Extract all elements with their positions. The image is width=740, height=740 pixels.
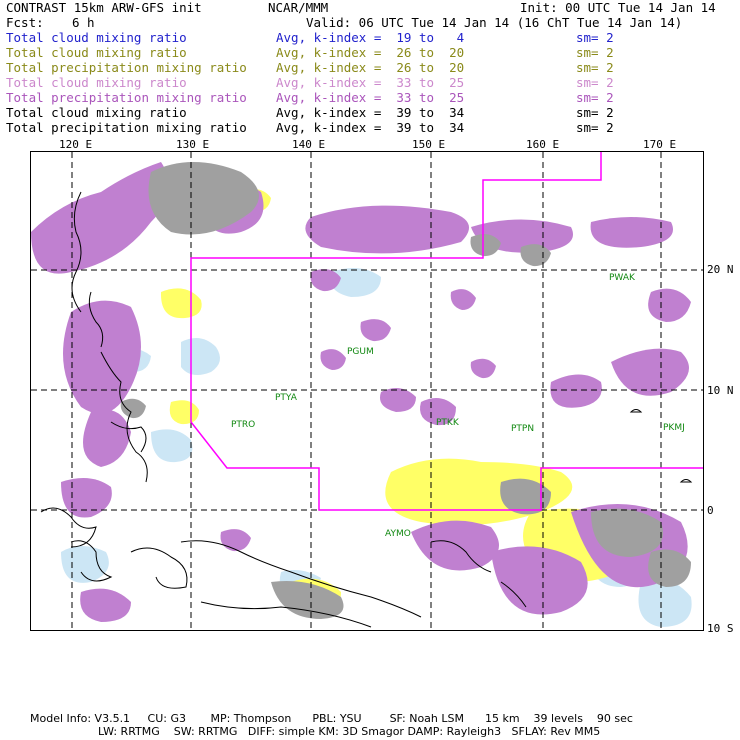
field-avg: Avg, k-index = 33 to 25 xyxy=(276,90,465,105)
field-row: Total precipitation mixing ratio Avg, k-i… xyxy=(6,90,734,105)
field-row: Total precipitation mixing ratio Avg, k-i… xyxy=(6,120,734,135)
field-label: Total cloud mixing ratio xyxy=(6,45,187,60)
lon-label-160: 160 E xyxy=(526,138,560,151)
station-pwak: PWAK xyxy=(609,273,636,283)
lat-label-equator: 0 xyxy=(707,504,714,517)
field-smoothing: sm= 2 xyxy=(576,75,614,90)
lat-label-20n: 20 N xyxy=(707,263,734,276)
field-label: Total cloud mixing ratio xyxy=(6,75,187,90)
field-avg: Avg, k-index = 39 to 34 xyxy=(276,120,465,135)
station-pgum: PGUM xyxy=(347,347,374,357)
field-label: Total precipitation mixing ratio xyxy=(6,120,247,135)
field-avg: Avg, k-index = 33 to 25 xyxy=(276,75,465,90)
field-label: Total cloud mixing ratio xyxy=(6,105,187,120)
station-pkmj: PKMJ xyxy=(663,423,685,433)
field-avg: Avg, k-index = 19 to 4 xyxy=(276,30,465,45)
field-avg: Avg, k-index = 26 to 20 xyxy=(276,45,465,60)
field-label: Total precipitation mixing ratio xyxy=(6,90,247,105)
field-label: Total cloud mixing ratio xyxy=(6,30,187,45)
lat-label-10s: 10 S xyxy=(707,622,734,635)
field-smoothing: sm= 2 xyxy=(576,30,614,45)
forecast-map: PGUM PTYA PTRO PTKK PTPN PKMJ PWAK AYMO xyxy=(30,151,704,631)
lon-label-140: 140 E xyxy=(292,138,326,151)
field-avg: Avg, k-index = 26 to 20 xyxy=(276,60,465,75)
station-aymo: AYMO xyxy=(385,529,411,539)
valid-time: Valid: 06 UTC Tue 14 Jan 14 (16 ChT Tue … xyxy=(306,15,683,30)
field-label: Total precipitation mixing ratio xyxy=(6,60,247,75)
forecast-label: Fcst: xyxy=(6,15,44,30)
station-ptpn: PTPN xyxy=(511,424,534,434)
lon-label-120: 120 E xyxy=(59,138,93,151)
field-row: Total cloud mixing ratio Avg, k-index = 3… xyxy=(6,75,734,90)
station-ptkk: PTKK xyxy=(436,418,460,428)
lon-label-150: 150 E xyxy=(412,138,446,151)
field-avg: Avg, k-index = 39 to 34 xyxy=(276,105,465,120)
station-ptya: PTYA xyxy=(275,393,298,403)
lon-label-170: 170 E xyxy=(643,138,677,151)
field-smoothing: sm= 2 xyxy=(576,60,614,75)
init-time: Init: 00 UTC Tue 14 Jan 14 xyxy=(520,0,716,15)
field-row: Total cloud mixing ratio Avg, k-index = 3… xyxy=(6,105,734,120)
model-info-line-2: LW: RRTMG SW: RRTMG DIFF: simple KM: 3D … xyxy=(98,725,601,738)
field-smoothing: sm= 2 xyxy=(576,90,614,105)
lat-label-10n: 10 N xyxy=(707,384,734,397)
field-smoothing: sm= 2 xyxy=(576,45,614,60)
organization: NCAR/MMM xyxy=(268,0,329,15)
lon-label-130: 130 E xyxy=(176,138,210,151)
field-row: Total precipitation mixing ratio Avg, k-i… xyxy=(6,60,734,75)
field-smoothing: sm= 2 xyxy=(576,105,614,120)
field-smoothing: sm= 2 xyxy=(576,120,614,135)
purple-cloud-fields xyxy=(31,162,691,622)
run-title: CONTRAST 15km ARW-GFS init xyxy=(6,0,202,15)
field-row: Total cloud mixing ratio Avg, k-index = 1… xyxy=(6,30,734,45)
field-row: Total cloud mixing ratio Avg, k-index = 2… xyxy=(6,45,734,60)
station-ptro: PTRO xyxy=(231,420,255,430)
forecast-hour: 6 h xyxy=(72,15,95,30)
